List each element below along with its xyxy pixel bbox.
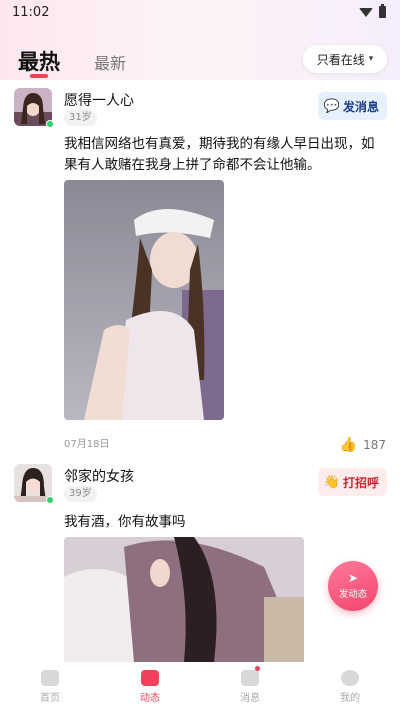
nav-messages-label: 消息 — [240, 693, 260, 704]
avatar[interactable] — [14, 88, 54, 128]
post-text: 我相信网络也有真爱，期待我的有缘人早日出现，如果有人敢赌在我身上拼了命都不会让他… — [64, 136, 375, 173]
status-bar: 11:02 — [0, 0, 400, 24]
post-username[interactable]: 邻家的女孩 — [64, 466, 134, 486]
age-badge: 31岁 — [64, 110, 97, 126]
wifi-icon — [359, 7, 373, 17]
like-count: 187 — [363, 438, 386, 452]
post-moment-label: 发动态 — [338, 589, 368, 600]
chevron-down-icon: ▾ — [368, 54, 374, 64]
tab-new[interactable]: 最新 — [94, 50, 126, 74]
nav-moments-label: 动态 — [140, 693, 160, 704]
moments-icon — [141, 670, 159, 686]
feed-tabs: 最热 最新 只看在线 ▾ — [0, 40, 400, 80]
like-button[interactable]: 👍 187 — [340, 437, 386, 453]
chat-bubble-icon: 💬 — [323, 98, 340, 114]
post-card: 邻家的女孩 39岁 👋 打招呼 我有酒，你有故事吗 — [0, 460, 400, 662]
post-date: 07月18日 — [64, 439, 110, 450]
tab-hot[interactable]: 最热 — [18, 46, 60, 76]
bottom-nav: 首页 动态 消息 我的 — [0, 662, 400, 712]
send-message-label: 发消息 — [342, 99, 379, 114]
post-card: 愿得一人心 31岁 💬 发消息 我相信网络也有真爱，期待我的有缘人早日出现，如果… — [0, 80, 400, 460]
send-message-button[interactable]: 💬 发消息 — [317, 92, 387, 120]
greet-button[interactable]: 👋 打招呼 — [317, 468, 387, 496]
nav-messages[interactable]: 消息 — [220, 666, 280, 704]
post-photo[interactable] — [64, 180, 224, 420]
age-badge: 39岁 — [64, 486, 97, 502]
online-status-dot — [46, 496, 54, 504]
nav-home-label: 首页 — [40, 693, 60, 704]
status-time: 11:02 — [12, 4, 50, 20]
online-only-filter[interactable]: 只看在线 ▾ — [303, 45, 387, 73]
nav-profile-label: 我的 — [340, 693, 360, 704]
send-icon: ➤ — [347, 571, 359, 585]
post-username[interactable]: 愿得一人心 — [64, 90, 134, 110]
wave-hand-icon: 👋 — [323, 474, 340, 490]
post-moment-button[interactable]: ➤ 发动态 — [328, 561, 378, 611]
nav-home[interactable]: 首页 — [20, 670, 80, 704]
post-photo[interactable] — [64, 537, 304, 662]
online-filter-label: 只看在线 — [316, 52, 365, 67]
thumbs-up-icon: 👍 — [339, 437, 358, 453]
online-status-dot — [46, 120, 54, 128]
home-icon — [41, 670, 59, 686]
post-text: 我有酒，你有故事吗 — [64, 514, 186, 530]
battery-icon — [379, 4, 386, 18]
profile-icon — [341, 670, 359, 686]
avatar[interactable] — [14, 464, 54, 504]
message-icon — [241, 670, 259, 686]
nav-moments[interactable]: 动态 — [120, 670, 180, 704]
unread-dot — [255, 666, 260, 671]
active-tab-indicator — [30, 74, 48, 78]
status-icons — [359, 4, 386, 18]
nav-profile[interactable]: 我的 — [320, 670, 380, 704]
greet-label: 打招呼 — [342, 475, 379, 490]
